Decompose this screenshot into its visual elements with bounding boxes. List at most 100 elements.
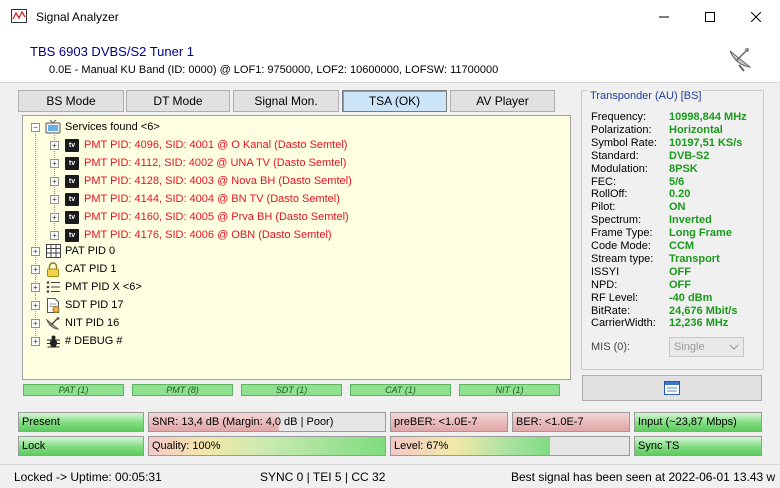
lock-icon (45, 261, 61, 277)
expand-toggle[interactable]: + (31, 282, 40, 292)
transponder-field-value: Inverted (669, 214, 712, 227)
service-label: PMT PID: 4112, SID: 4002 @ UNA TV (Dasto… (84, 157, 347, 169)
dt-mode-button[interactable]: DT Mode (126, 90, 230, 112)
snr-indicator: SNR: 13,4 dB (Margin: 4,0 dB | Poor) (148, 412, 386, 432)
service-label: PMT PID: 4128, SID: 4003 @ Nova BH (Dast… (84, 175, 352, 187)
satellite-icon (45, 315, 61, 331)
band-info: 0.0E - Manual KU Band (ID: 0000) @ LOF1:… (49, 64, 499, 76)
service-label: PMT PID: 4176, SID: 4006 @ OBN (Dasto Se… (84, 229, 332, 241)
window-icon (664, 381, 680, 395)
transponder-field-label: Symbol Rate: (591, 136, 658, 149)
expand-toggle[interactable]: + (50, 176, 59, 186)
transponder-field-value: 24,676 Mbit/s (669, 304, 738, 317)
sync-stats-text: SYNC 0 | TEI 5 | CC 32 (260, 470, 386, 484)
service-label: PMT PID: 4096, SID: 4001 @ O Kanal (Dast… (84, 139, 348, 151)
expand-toggle[interactable]: + (50, 212, 59, 222)
expand-toggle[interactable]: + (31, 318, 40, 328)
service-item[interactable]: + tv PMT PID: 4160, SID: 4005 @ Prva BH (D… (50, 208, 349, 226)
expand-toggle[interactable]: + (31, 264, 40, 274)
collapse-toggle[interactable]: − (31, 122, 40, 132)
tv-icon: tv (64, 155, 80, 171)
service-item[interactable]: + tv PMT PID: 4144, SID: 4004 @ BN TV (Das… (50, 190, 340, 208)
transponder-field-value: Transport (669, 252, 720, 265)
service-item[interactable]: + tv PMT PID: 4112, SID: 4002 @ UNA TV (Da… (50, 154, 346, 172)
app-icon (11, 9, 27, 23)
transponder-field-label: Spectrum: (591, 214, 642, 227)
tree-node[interactable]: + PAT PID 0 (31, 242, 115, 260)
expand-toggle[interactable]: + (31, 336, 40, 346)
ber-indicator: BER: <1.0E-7 (512, 412, 630, 432)
maximize-button[interactable] (687, 0, 733, 33)
tv-icon (45, 119, 61, 135)
tree-node[interactable]: + NIT PID 16 (31, 314, 119, 332)
transponder-field-label: CarrierWidth: (591, 317, 656, 330)
quality-bar: Quality: 100% (148, 436, 386, 456)
transponder-field-value: OFF (669, 278, 691, 291)
transponder-field-label: Stream type: (591, 252, 654, 265)
transponder-field-label: NPD: (591, 278, 618, 291)
transponder-field-label: Frame Type: (591, 227, 653, 240)
sync-ts-indicator: Sync TS (634, 436, 762, 456)
close-icon (751, 11, 761, 22)
transponder-field-value: 5/6 (669, 175, 685, 188)
service-label: PMT PID: 4144, SID: 4004 @ BN TV (Dasto … (84, 193, 340, 205)
tv-icon: tv (64, 191, 80, 207)
maximize-icon (705, 11, 715, 22)
transponder-field-value: ON (669, 201, 686, 214)
minimize-button[interactable] (641, 0, 687, 33)
transponder-field-label: Polarization: (591, 123, 652, 136)
transponder-field-value: 10197,51 KS/s (669, 136, 743, 149)
expand-toggle[interactable]: + (50, 230, 59, 240)
bug-icon (45, 333, 61, 349)
tree-node[interactable]: + # DEBUG # (31, 332, 122, 350)
transponder-title: Transponder (AU) [BS] (588, 90, 704, 102)
transponder-field-label: Modulation: (591, 162, 648, 175)
tuner-header: TBS 6903 DVBS/S2 Tuner 1 0.0E - Manual K… (0, 33, 780, 83)
service-item[interactable]: + tv PMT PID: 4096, SID: 4001 @ O Kanal (D… (50, 136, 347, 154)
transponder-field-value: 10998,844 MHz (669, 111, 747, 123)
transponder-field-label: Pilot: (591, 201, 616, 214)
tree-node[interactable]: + CAT PID 1 (31, 260, 117, 278)
service-item[interactable]: + tv PMT PID: 4128, SID: 4003 @ Nova BH (D… (50, 172, 352, 190)
uptime-text: Locked -> Uptime: 00:05:31 (14, 470, 162, 484)
signal-monitor-button[interactable]: Signal Mon. (233, 90, 339, 112)
tree-node-label: # DEBUG # (65, 335, 123, 347)
mis-label: MIS (0): (591, 341, 631, 353)
pmt-pid-indicator: PMT (8) (132, 384, 233, 396)
service-tree[interactable]: − Services found <6> + tv PMT PID: 4096, S… (22, 115, 571, 380)
transponder-field-label: ISSYI (591, 265, 620, 278)
expand-toggle[interactable]: + (50, 158, 59, 168)
cat-pid-indicator: CAT (1) (350, 384, 451, 396)
expand-toggle[interactable]: + (31, 300, 40, 310)
transponder-field-value: 12,236 MHz (669, 317, 729, 330)
transponder-field-value: Horizontal (669, 123, 723, 136)
window-toggle-button[interactable] (582, 375, 762, 401)
tree-node[interactable]: + SDT PID 17 (31, 296, 124, 314)
window-title: Signal Analyzer (36, 10, 119, 24)
tsa-button[interactable]: TSA (OK) (342, 90, 447, 112)
close-button[interactable] (733, 0, 779, 33)
transponder-field-value: CCM (669, 240, 695, 252)
tree-node-label: CAT PID 1 (65, 263, 117, 275)
level-bar: Level: 67% (390, 436, 630, 456)
lock-indicator: Lock (18, 436, 144, 456)
transponder-field-label: RollOff: (591, 188, 628, 201)
transponder-field-label: Standard: (591, 149, 639, 162)
expand-toggle[interactable]: + (50, 140, 59, 150)
expand-toggle[interactable]: + (31, 246, 40, 256)
transponder-field-value: -40 dBm (669, 291, 713, 304)
bs-mode-button[interactable]: BS Mode (18, 90, 124, 112)
present-indicator: Present (18, 412, 144, 432)
tree-node[interactable]: + PMT PID X <6> (31, 278, 142, 296)
sdt-pid-indicator: SDT (1) (241, 384, 342, 396)
tree-node-label: PMT PID X <6> (65, 281, 142, 293)
av-player-button[interactable]: AV Player (450, 90, 555, 112)
transponder-field-value: DVB-S2 (669, 149, 710, 162)
tree-node-services[interactable]: − Services found <6> (31, 118, 160, 136)
mis-select[interactable]: Single (669, 337, 744, 357)
best-signal-text: Best signal has been seen at 2022-06-01 … (511, 470, 776, 484)
nit-pid-indicator: NIT (1) (459, 384, 560, 396)
expand-toggle[interactable]: + (50, 194, 59, 204)
tree-node-label: Services found <6> (65, 121, 160, 133)
list-icon (45, 279, 61, 295)
